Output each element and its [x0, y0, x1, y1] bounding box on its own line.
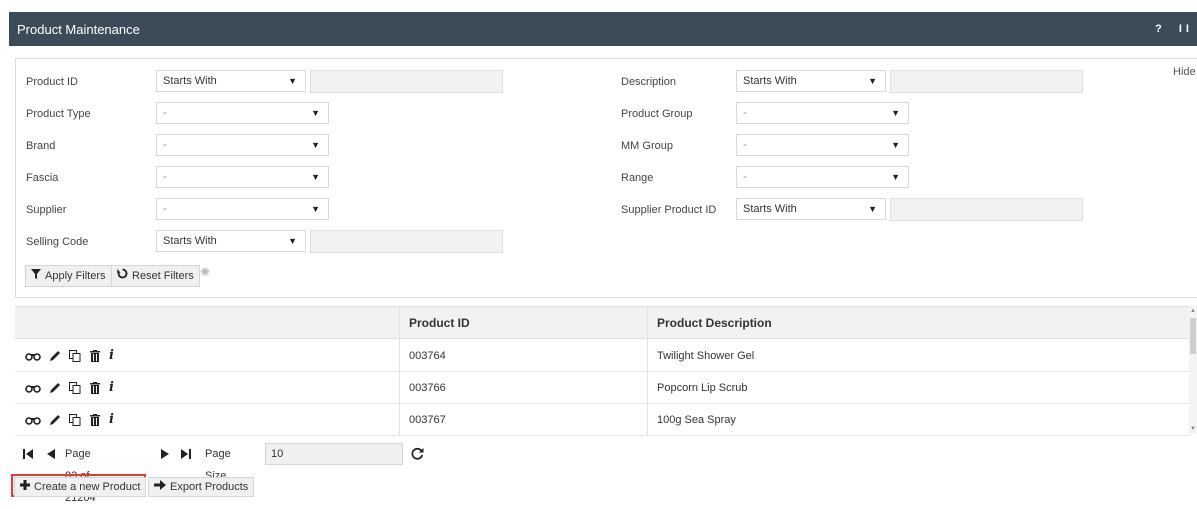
row-actions: i: [25, 413, 114, 427]
loading-spinner-icon: ✺: [200, 265, 211, 279]
reset-icon: [117, 266, 128, 286]
chevron-down-icon: ▼: [288, 236, 297, 246]
selling-code-input[interactable]: [310, 230, 503, 253]
apply-filters-button[interactable]: Apply Filters: [25, 265, 112, 287]
range-select[interactable]: - ▼: [736, 166, 909, 188]
chevron-down-icon: ▼: [311, 204, 320, 214]
product-id-select[interactable]: Starts With ▼: [156, 70, 306, 92]
table-row[interactable]: i 003767 100g Sea Spray: [15, 404, 1190, 436]
supplier-product-id-input[interactable]: [890, 198, 1083, 221]
supplier-product-id-label: Supplier Product ID: [621, 204, 717, 216]
info-icon[interactable]: i: [109, 349, 114, 363]
delete-trash-icon[interactable]: [90, 350, 100, 362]
edit-pencil-icon[interactable]: [50, 383, 60, 393]
view-binoculars-icon[interactable]: [25, 383, 41, 393]
first-page-icon[interactable]: [23, 443, 33, 465]
chevron-down-icon: ▼: [868, 76, 877, 86]
supplier-select[interactable]: - ▼: [156, 198, 329, 220]
product-group-select[interactable]: - ▼: [736, 102, 909, 124]
edit-pencil-icon[interactable]: [50, 415, 60, 425]
chevron-down-icon: ▼: [288, 76, 297, 86]
refresh-icon[interactable]: [411, 443, 424, 465]
column-header-product-description[interactable]: Product Description: [657, 307, 772, 339]
fascia-select[interactable]: - ▼: [156, 166, 329, 188]
row-actions: i: [25, 381, 114, 395]
info-icon[interactable]: i: [109, 413, 114, 427]
table-row[interactable]: i 003764 Twilight Shower Gel: [15, 340, 1190, 372]
title-bar: Product Maintenance ? II: [9, 12, 1197, 46]
cell-product-description: Popcorn Lip Scrub: [657, 382, 748, 394]
column-header-product-id[interactable]: Product ID: [409, 307, 470, 339]
edit-pencil-icon[interactable]: [50, 351, 60, 361]
brand-select[interactable]: - ▼: [156, 134, 329, 156]
mm-group-select[interactable]: - ▼: [736, 134, 909, 156]
chevron-down-icon: ▼: [891, 140, 900, 150]
table-row[interactable]: i 003766 Popcorn Lip Scrub: [15, 372, 1190, 404]
reset-filters-button[interactable]: Reset Filters: [111, 265, 200, 287]
product-type-label: Product Type: [26, 108, 91, 120]
cell-product-description: 100g Sea Spray: [657, 414, 736, 426]
chevron-down-icon: ▼: [891, 172, 900, 182]
fascia-label: Fascia: [26, 172, 59, 184]
description-label: Description: [621, 76, 677, 88]
cell-product-id: 003764: [409, 350, 446, 362]
last-page-icon[interactable]: [181, 443, 191, 465]
supplier-product-id-select[interactable]: Starts With ▼: [736, 198, 886, 220]
next-page-icon[interactable]: [161, 443, 169, 465]
product-type-select[interactable]: - ▼: [156, 102, 329, 124]
row-actions: i: [25, 349, 114, 363]
cell-product-id: 003767: [409, 414, 446, 426]
page-indicator: Page 83 of 21204: [65, 448, 96, 504]
page-title: Product Maintenance: [17, 22, 140, 37]
create-product-button[interactable]: Create a new Product: [14, 477, 147, 497]
info-icon[interactable]: i: [109, 381, 114, 395]
product-grid: Product ID Product Description i 003764 Tw…: [15, 306, 1197, 436]
arrow-right-icon: [154, 478, 166, 496]
grid-vertical-scrollbar[interactable]: ▲ ▼: [1189, 306, 1197, 434]
pause-icon[interactable]: II: [1179, 23, 1193, 35]
grid-header: Product ID Product Description: [15, 307, 1190, 339]
hide-filters-link[interactable]: Hide: [1173, 66, 1196, 78]
chevron-down-icon: ▼: [891, 108, 900, 118]
help-icon[interactable]: ?: [1155, 23, 1166, 35]
brand-label: Brand: [26, 140, 56, 152]
cell-product-id: 003766: [409, 382, 446, 394]
export-products-button[interactable]: Export Products: [148, 477, 255, 497]
copy-icon[interactable]: [69, 414, 81, 426]
prev-page-icon[interactable]: [47, 443, 55, 465]
plus-icon: [20, 478, 30, 496]
copy-icon[interactable]: [69, 382, 81, 394]
product-group-label: Product Group: [621, 108, 693, 120]
chevron-down-icon: ▼: [311, 172, 320, 182]
chevron-down-icon: ▼: [868, 204, 877, 214]
cell-product-description: Twilight Shower Gel: [657, 350, 755, 362]
product-id-label: Product ID: [26, 76, 78, 88]
page-size-label: Page Size: [205, 448, 231, 482]
chevron-down-icon: ▼: [311, 140, 320, 150]
view-binoculars-icon[interactable]: [25, 415, 41, 425]
description-input[interactable]: [890, 70, 1083, 93]
funnel-icon: [31, 266, 41, 286]
view-binoculars-icon[interactable]: [25, 351, 41, 361]
selling-code-select[interactable]: Starts With ▼: [156, 230, 306, 252]
mm-group-label: MM Group: [621, 140, 673, 152]
chevron-down-icon: ▼: [311, 108, 320, 118]
selling-code-label: Selling Code: [26, 236, 89, 248]
page-size-input[interactable]: 10: [265, 443, 403, 465]
range-label: Range: [621, 172, 654, 184]
description-select[interactable]: Starts With ▼: [736, 70, 886, 92]
delete-trash-icon[interactable]: [90, 414, 100, 426]
delete-trash-icon[interactable]: [90, 382, 100, 394]
supplier-label: Supplier: [26, 204, 67, 216]
product-id-input[interactable]: [310, 70, 503, 93]
copy-icon[interactable]: [69, 350, 81, 362]
